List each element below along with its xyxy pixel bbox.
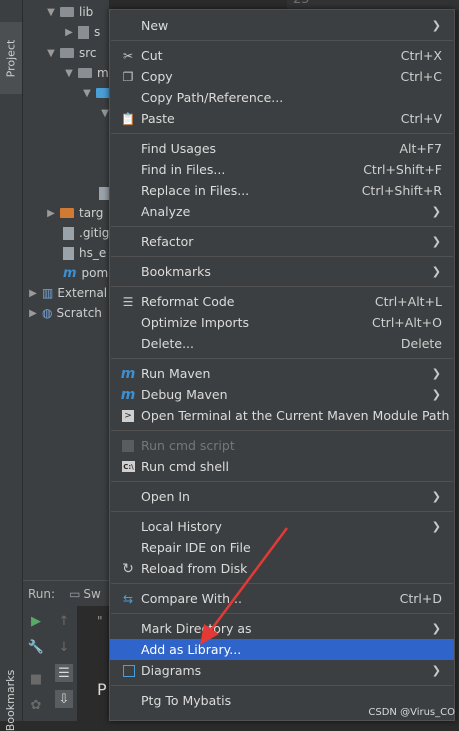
annotation-arrow [200,527,289,645]
arrow-shaft [209,527,289,631]
watermark: CSDN @Virus_CO [368,707,455,718]
arrow-head [200,624,219,645]
